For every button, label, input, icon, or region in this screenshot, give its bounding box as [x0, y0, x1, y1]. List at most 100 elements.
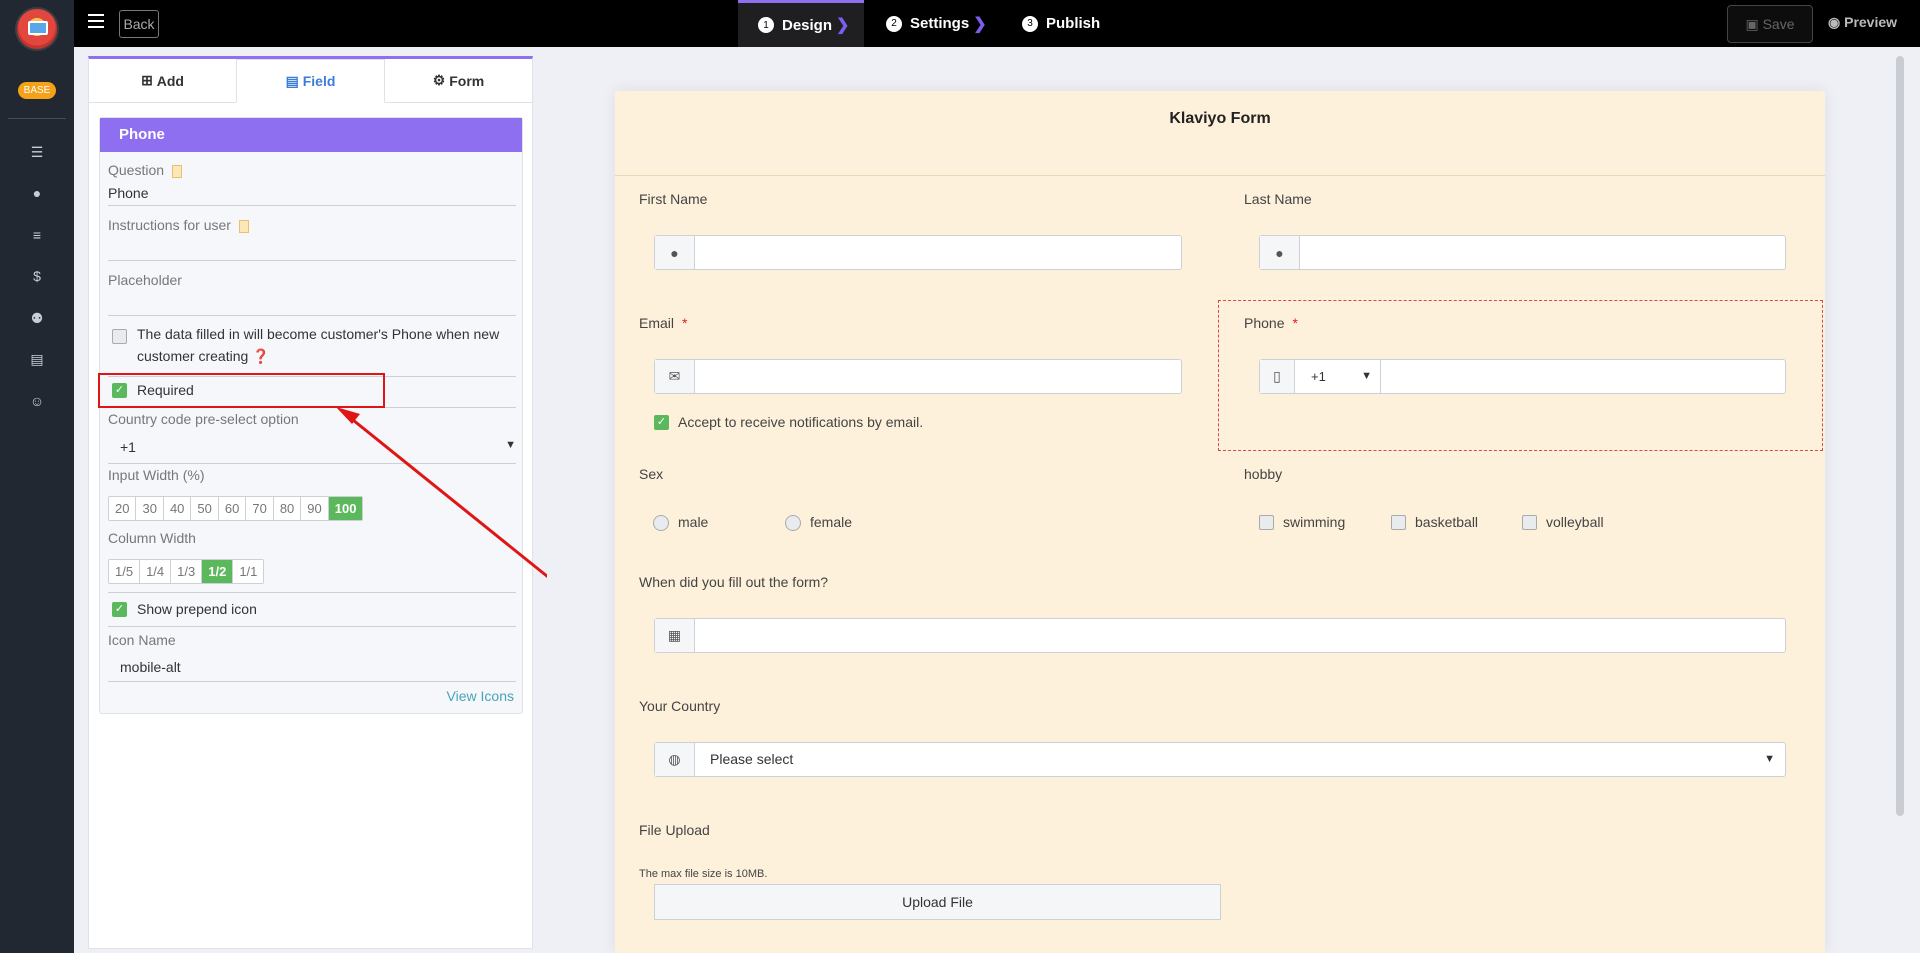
- chevron-down-icon: ▼: [505, 439, 516, 451]
- view-icons-link[interactable]: View Icons: [447, 688, 514, 704]
- icon-name-input[interactable]: mobile-alt: [120, 659, 181, 675]
- input-width-option[interactable]: 70: [246, 497, 274, 520]
- last-name-field[interactable]: ●: [1259, 235, 1786, 270]
- accept-checkbox[interactable]: ✓: [654, 415, 669, 430]
- tab-form[interactable]: ⚙ Form: [385, 59, 532, 102]
- country-code-value: +1: [120, 439, 136, 455]
- show-icon-label: Show prepend icon: [137, 601, 257, 617]
- email-field[interactable]: ✉: [654, 359, 1182, 394]
- column-width-label: Column Width: [108, 530, 196, 546]
- chevron-right-icon: ❯: [973, 15, 987, 33]
- gear-icon: ⚙: [432, 72, 450, 88]
- preview-label: Preview: [1844, 14, 1898, 30]
- column-width-option[interactable]: 1/4: [140, 560, 172, 583]
- last-name-input[interactable]: [1300, 236, 1785, 269]
- question-circle-icon[interactable]: ❓: [248, 348, 269, 364]
- document-icon[interactable]: [172, 164, 183, 178]
- radio-label: male: [678, 514, 709, 530]
- upload-note: The max file size is 10MB.: [639, 868, 768, 880]
- step-settings[interactable]: 2 Settings ❯: [886, 0, 987, 47]
- column-width-option-selected[interactable]: 1/2: [202, 560, 234, 583]
- question-label: Question: [108, 162, 183, 178]
- save-label: Save: [1762, 15, 1795, 32]
- hobby-label: hobby: [1244, 466, 1283, 482]
- input-width-option[interactable]: 40: [164, 497, 192, 520]
- first-name-input[interactable]: [695, 236, 1181, 269]
- field-title: Phone: [100, 118, 522, 152]
- column-width-option[interactable]: 1/1: [233, 560, 263, 583]
- divider: [108, 626, 516, 627]
- users-icon[interactable]: ⚉: [27, 308, 47, 328]
- upload-file-button[interactable]: Upload File: [654, 884, 1221, 920]
- checkbox-swimming[interactable]: [1259, 515, 1274, 530]
- step-number: 3: [1022, 15, 1038, 32]
- smile-icon[interactable]: ☺: [27, 391, 47, 411]
- plus-square-icon: ⊞: [141, 72, 157, 88]
- radio-label: female: [810, 514, 853, 530]
- globe-icon: ◍: [655, 743, 695, 776]
- customer-phone-checkbox[interactable]: [112, 329, 127, 344]
- input-width-option[interactable]: 50: [191, 497, 219, 520]
- question-input[interactable]: Phone: [108, 185, 148, 201]
- document-icon[interactable]: [238, 219, 249, 233]
- placeholder-label: Placeholder: [108, 272, 182, 288]
- divider: [108, 592, 516, 593]
- question-underline: [108, 205, 516, 206]
- column-width-option[interactable]: 1/3: [171, 560, 203, 583]
- field-config-panel: ⊞ Add ▤ Field ⚙ Form Phone Question Phon…: [88, 56, 533, 949]
- date-input[interactable]: [695, 619, 1785, 652]
- divider: [108, 463, 516, 464]
- back-button[interactable]: Back: [119, 10, 159, 38]
- user-icon[interactable]: ●: [27, 183, 47, 203]
- first-name-field[interactable]: ●: [654, 235, 1182, 270]
- input-width-selector: 20 30 40 50 60 70 80 90 100: [108, 496, 364, 521]
- date-field[interactable]: ▦: [654, 618, 1786, 653]
- instructions-input[interactable]: [108, 240, 516, 258]
- list-icon[interactable]: ☰: [27, 142, 47, 162]
- icon-name-underline: [108, 681, 516, 682]
- column-width-option[interactable]: 1/5: [109, 560, 141, 583]
- step-design[interactable]: 1 Design ❯: [738, 0, 864, 47]
- top-bar: Back 1 Design ❯ 2 Settings ❯ 3 Publish ▣…: [74, 0, 1920, 47]
- input-width-option[interactable]: 80: [274, 497, 302, 520]
- input-width-option-selected[interactable]: 100: [328, 497, 363, 520]
- input-width-option[interactable]: 20: [109, 497, 137, 520]
- file-icon[interactable]: ▤: [27, 349, 47, 369]
- radio-male[interactable]: [653, 515, 669, 531]
- first-name-label: First Name: [639, 191, 708, 207]
- save-button[interactable]: ▣ Save: [1727, 5, 1813, 43]
- instructions-underline: [108, 260, 516, 261]
- field-settings: Phone Question Phone Instructions for us…: [99, 117, 523, 714]
- dollar-icon[interactable]: $: [27, 266, 47, 286]
- icon-name-label: Icon Name: [108, 632, 176, 648]
- input-width-option[interactable]: 30: [136, 497, 164, 520]
- tab-field[interactable]: ▤ Field: [236, 59, 385, 103]
- column-width-selector: 1/5 1/4 1/3 1/2 1/1: [108, 559, 265, 584]
- menu-icon[interactable]: ≡: [27, 225, 47, 245]
- preview-button[interactable]: ◉ Preview: [1828, 14, 1897, 31]
- show-icon-checkbox[interactable]: ✓: [112, 602, 127, 617]
- checkbox-basketball[interactable]: [1391, 515, 1406, 530]
- input-width-option[interactable]: 60: [219, 497, 247, 520]
- email-label: Email *: [639, 315, 688, 331]
- placeholder-input[interactable]: [108, 295, 516, 313]
- canvas-scrollbar[interactable]: [1896, 56, 1904, 816]
- save-icon: ▣: [1745, 15, 1763, 32]
- panel-tabs: ⊞ Add ▤ Field ⚙ Form: [89, 59, 532, 103]
- step-label: Design: [782, 16, 833, 34]
- app-logo[interactable]: [15, 7, 59, 51]
- step-label: Publish: [1046, 15, 1101, 32]
- checkbox-label: basketball: [1415, 514, 1479, 530]
- input-width-option[interactable]: 90: [301, 497, 329, 520]
- step-publish[interactable]: 3 Publish: [1022, 0, 1100, 47]
- radio-female[interactable]: [785, 515, 801, 531]
- sex-label: Sex: [639, 466, 664, 482]
- country-field[interactable]: ◍ Please select ▼: [654, 742, 1786, 777]
- country-code-select[interactable]: +1 ▼: [120, 439, 516, 455]
- accept-label: Accept to receive notifications by email…: [678, 414, 924, 430]
- tab-add[interactable]: ⊞ Add: [89, 59, 236, 102]
- email-input[interactable]: [695, 360, 1181, 393]
- checkbox-volleyball[interactable]: [1522, 515, 1537, 530]
- country-select[interactable]: Please select ▼: [695, 743, 1785, 776]
- hamburger-icon[interactable]: [88, 14, 104, 28]
